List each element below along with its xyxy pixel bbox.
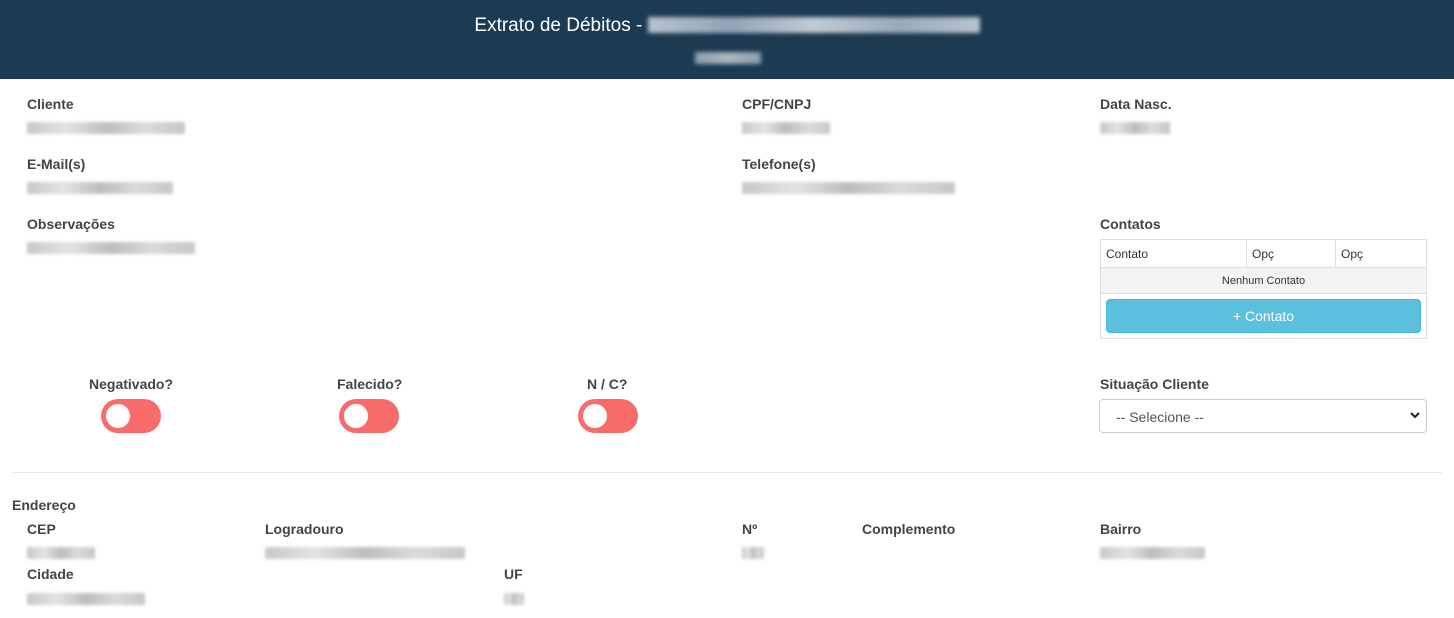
cliente-value-redacted xyxy=(27,122,185,134)
contacts-table: Contato Opç Opç Nenhum Contato + Contato xyxy=(1100,239,1427,339)
toggle-knob xyxy=(344,404,368,428)
observacoes-value-redacted xyxy=(27,242,195,254)
situacao-selected-value: -- Selecione -- xyxy=(1116,409,1204,425)
cep-label: CEP xyxy=(27,521,56,537)
contacts-col-opc-2: Opç xyxy=(1335,239,1427,268)
page-header: Extrato de Débitos - xyxy=(0,0,1454,79)
page-title-prefix: Extrato de Débitos - xyxy=(474,15,643,36)
cpf-value-redacted xyxy=(742,122,830,134)
toggle-knob xyxy=(106,404,130,428)
bairro-label: Bairro xyxy=(1100,521,1142,537)
complemento-label: Complemento xyxy=(862,521,956,537)
cpf-label: CPF/CNPJ xyxy=(742,96,812,112)
observacoes-label: Observações xyxy=(27,216,115,232)
uf-value-redacted xyxy=(504,593,524,605)
cep-value-redacted xyxy=(27,547,95,559)
logradouro-value-redacted xyxy=(265,547,465,559)
redacted-subtitle xyxy=(695,52,761,64)
redacted-client-name xyxy=(647,17,980,33)
numero-value-redacted xyxy=(742,547,764,559)
telefone-label: Telefone(s) xyxy=(742,156,816,172)
nc-toggle[interactable] xyxy=(578,399,638,433)
cliente-label: Cliente xyxy=(27,96,74,112)
contacts-empty-message: Nenhum Contato xyxy=(1100,267,1427,294)
contacts-button-cell: + Contato xyxy=(1100,293,1427,339)
email-value-redacted xyxy=(27,182,173,194)
contacts-col-contato: Contato xyxy=(1100,239,1247,268)
endereco-section-label: Endereço xyxy=(12,497,76,513)
bairro-value-redacted xyxy=(1100,547,1205,559)
negativado-toggle[interactable] xyxy=(101,399,161,433)
cidade-label: Cidade xyxy=(27,566,74,582)
cidade-value-redacted xyxy=(27,593,145,605)
situacao-select[interactable]: -- Selecione -- xyxy=(1099,399,1427,433)
telefone-value-redacted xyxy=(742,182,955,194)
nc-label: N / C? xyxy=(587,376,628,392)
page-title: Extrato de Débitos - xyxy=(0,15,1454,37)
add-contact-button[interactable]: + Contato xyxy=(1106,299,1421,333)
negativado-label: Negativado? xyxy=(89,376,174,392)
numero-label: Nº xyxy=(742,521,758,537)
uf-label: UF xyxy=(504,566,523,582)
situacao-label: Situação Cliente xyxy=(1100,376,1209,392)
contacts-header-row: Contato Opç Opç xyxy=(1100,239,1427,268)
contatos-label: Contatos xyxy=(1100,216,1161,232)
section-divider xyxy=(12,472,1442,473)
falecido-toggle[interactable] xyxy=(339,399,399,433)
data-nasc-label: Data Nasc. xyxy=(1100,96,1172,112)
email-label: E-Mail(s) xyxy=(27,156,86,172)
falecido-label: Falecido? xyxy=(337,376,403,392)
chevron-down-icon xyxy=(1409,408,1421,425)
logradouro-label: Logradouro xyxy=(265,521,344,537)
toggle-knob xyxy=(583,404,607,428)
contacts-col-opc-1: Opç xyxy=(1246,239,1336,268)
data-nasc-value-redacted xyxy=(1100,122,1170,134)
